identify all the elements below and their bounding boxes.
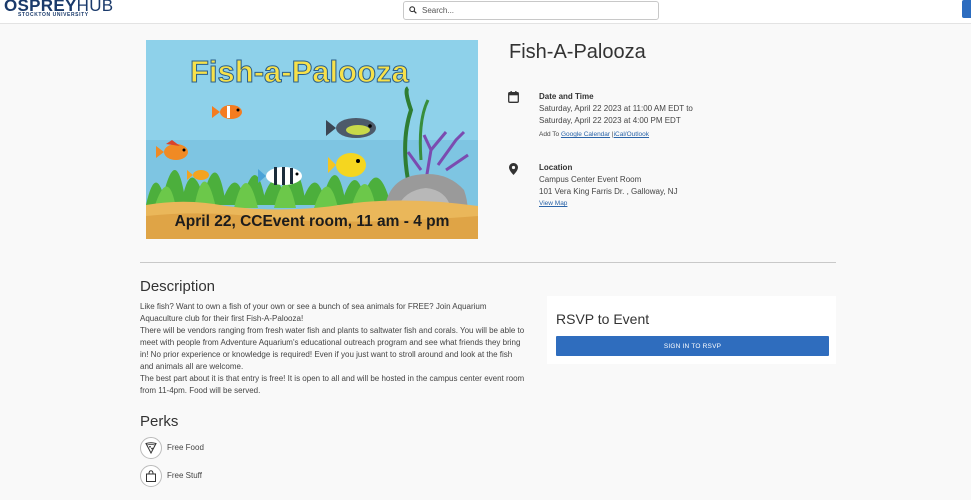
shopping-bag-icon — [140, 465, 162, 487]
search-box[interactable] — [403, 1, 659, 20]
date-time-label: Date and Time — [539, 92, 594, 101]
rsvp-card: RSVP to Event SIGN IN TO RSVP — [547, 296, 836, 364]
section-divider — [140, 262, 836, 263]
location-address: 101 Vera King Farris Dr. , Galloway, NJ — [539, 187, 678, 196]
map-pin-icon — [509, 163, 518, 175]
description-paragraph: The best part about it is that entry is … — [140, 374, 525, 395]
search-input[interactable] — [422, 2, 652, 19]
location-label: Location — [539, 163, 573, 172]
location-name: Campus Center Event Room — [539, 175, 642, 184]
add-to-label: Add To — [539, 131, 560, 138]
event-banner-image: Fish-a-Palooza April 22, CCEvent room, 1… — [146, 40, 478, 239]
banner-title-text: Fish-a-Palooza — [190, 54, 410, 89]
event-title: Fish-A-Palooza — [509, 41, 646, 63]
view-map-wrapper: View Map — [539, 200, 567, 207]
date-time-end: Saturday, April 22 2023 at 4:00 PM EDT — [539, 116, 681, 125]
sign-in-to-rsvp-button[interactable]: SIGN IN TO RSVP — [556, 336, 829, 356]
perks-heading: Perks — [140, 413, 179, 430]
search-icon — [409, 6, 417, 14]
description-heading: Description — [140, 278, 216, 295]
google-calendar-link[interactable]: Google Calendar — [561, 131, 610, 138]
description-body: Like fish? Want to own a fish of your ow… — [140, 301, 526, 397]
ospreyhub-logo[interactable]: OSPREYHUB STOCKTON UNIVERSITY — [4, 0, 113, 18]
calendar-icon — [508, 91, 519, 103]
add-to-calendar: Add To Google Calendar |iCal/Outlook — [539, 131, 649, 138]
rsvp-heading: RSVP to Event — [556, 311, 650, 327]
pizza-icon — [140, 437, 162, 459]
description-paragraph: There will be vendors ranging from fresh… — [140, 326, 525, 371]
ical-outlook-link[interactable]: iCal/Outlook — [614, 131, 649, 138]
banner-caption: April 22, CCEvent room, 11 am - 4 pm — [175, 213, 450, 230]
top-bar: OSPREYHUB STOCKTON UNIVERSITY — [0, 0, 971, 24]
date-time-start: Saturday, April 22 2023 at 11:00 AM EDT … — [539, 104, 693, 113]
menu-button[interactable] — [962, 0, 971, 18]
view-map-link[interactable]: View Map — [539, 200, 567, 207]
perk-label: Free Food — [167, 443, 204, 452]
perk-label: Free Stuff — [167, 471, 202, 480]
description-paragraph: Like fish? Want to own a fish of your ow… — [140, 302, 487, 323]
